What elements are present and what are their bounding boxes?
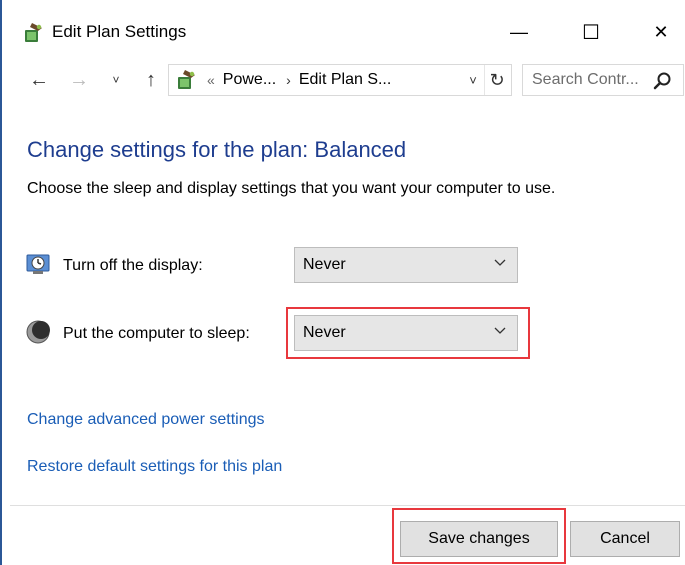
back-button[interactable]: ← xyxy=(24,64,54,96)
minimize-button[interactable]: — xyxy=(496,10,542,54)
chevron-down-icon xyxy=(494,259,506,266)
navigation-bar: ← → ˅ ↑ « Powe... › Edit Plan S... ˅ ↻ S… xyxy=(2,64,685,98)
recent-locations-button[interactable]: ˅ xyxy=(106,64,126,96)
display-timeout-label: Turn off the display: xyxy=(63,257,203,274)
breadcrumb-edit-plan-settings[interactable]: Edit Plan S... xyxy=(299,71,392,89)
highlight-sleep-select xyxy=(286,307,530,359)
title-bar: Edit Plan Settings — ☐ ✕ xyxy=(2,0,685,64)
highlight-save-button xyxy=(392,508,566,564)
address-dropdown-button[interactable]: ˅ xyxy=(463,65,483,95)
cancel-button[interactable]: Cancel xyxy=(570,521,680,557)
refresh-button[interactable]: ↻ xyxy=(484,65,509,95)
search-icon[interactable] xyxy=(653,71,673,91)
power-options-icon xyxy=(25,23,42,42)
power-options-icon xyxy=(178,70,195,89)
sleep-timeout-label: Put the computer to sleep: xyxy=(63,325,250,342)
minimize-icon: — xyxy=(510,21,528,42)
monitor-clock-icon xyxy=(26,254,50,274)
window-title: Edit Plan Settings xyxy=(52,22,187,41)
footer-divider xyxy=(10,505,685,506)
refresh-icon: ↻ xyxy=(489,69,505,90)
breadcrumb-power-options[interactable]: Powe... xyxy=(223,71,276,89)
change-advanced-power-settings-link[interactable]: Change advanced power settings xyxy=(27,411,265,429)
edit-plan-settings-window: Edit Plan Settings — ☐ ✕ ← → ˅ ↑ « Powe.… xyxy=(0,0,685,565)
up-button[interactable]: ↑ xyxy=(136,64,166,96)
address-bar[interactable]: « Powe... › Edit Plan S... ˅ ↻ xyxy=(168,64,512,96)
moon-icon xyxy=(26,320,50,344)
overflow-chevron-icon[interactable]: « xyxy=(207,72,215,88)
close-icon: ✕ xyxy=(653,21,669,42)
chevron-down-icon: ˅ xyxy=(112,73,120,87)
breadcrumb-separator-icon[interactable]: › xyxy=(286,72,291,88)
page-title: Change settings for the plan: Balanced xyxy=(27,137,407,162)
display-timeout-select[interactable]: Never xyxy=(294,247,518,283)
maximize-button[interactable]: ☐ xyxy=(568,10,614,54)
chevron-down-icon: ˅ xyxy=(469,72,477,88)
forward-button[interactable]: → xyxy=(64,64,94,96)
search-input[interactable]: Search Contr... xyxy=(522,64,684,96)
arrow-up-icon: ↑ xyxy=(146,68,156,91)
maximize-icon: ☐ xyxy=(582,21,600,44)
arrow-right-icon: → xyxy=(69,68,89,91)
restore-default-settings-link[interactable]: Restore default settings for this plan xyxy=(27,458,282,476)
display-timeout-value: Never xyxy=(303,256,346,273)
arrow-left-icon: ← xyxy=(29,68,49,91)
close-button[interactable]: ✕ xyxy=(638,10,684,54)
search-placeholder: Search Contr... xyxy=(532,71,639,88)
page-description: Choose the sleep and display settings th… xyxy=(27,180,556,197)
